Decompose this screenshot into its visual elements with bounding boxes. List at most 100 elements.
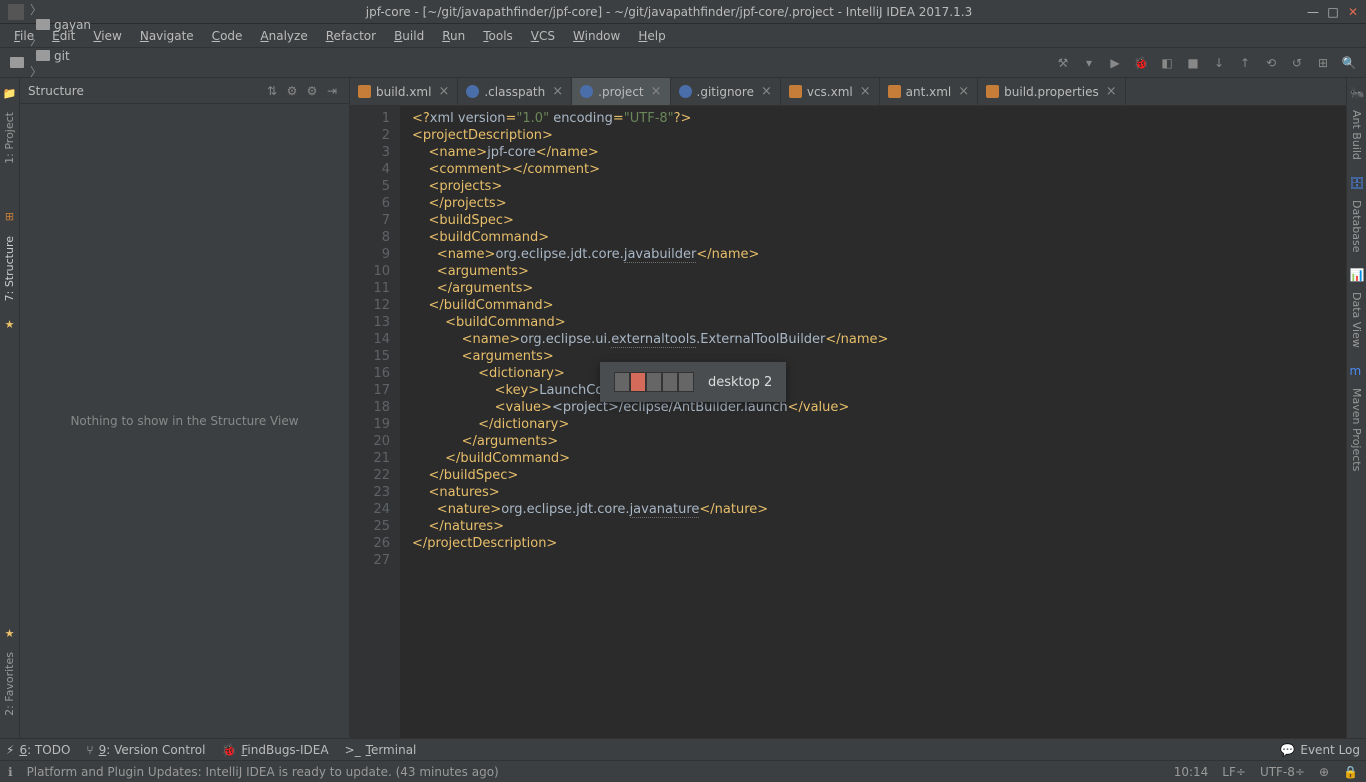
desktop-page-0[interactable] xyxy=(614,372,630,392)
desktop-page-2[interactable] xyxy=(646,372,662,392)
status-bar: ℹ Platform and Plugin Updates: IntelliJ … xyxy=(0,760,1366,782)
favorites-icon: ★ xyxy=(3,626,17,640)
tab-antxml[interactable]: ant.xml× xyxy=(880,78,979,105)
data-view-tab[interactable]: Data View xyxy=(1348,284,1365,356)
database-tab[interactable]: Database xyxy=(1348,192,1365,261)
close-icon[interactable]: × xyxy=(958,84,969,99)
sort-icon[interactable]: ⇅ xyxy=(263,82,281,100)
structure-body: Nothing to show in the Structure View xyxy=(20,104,349,738)
vcs-history-icon[interactable]: ⟲ xyxy=(1261,53,1281,73)
gear-icon[interactable]: ⚙ xyxy=(303,82,321,100)
window-title: jpf-core - [~/git/javapathfinder/jpf-cor… xyxy=(32,5,1306,19)
code-area[interactable]: <?xml version="1.0" encoding="UTF-8"?><p… xyxy=(400,106,1346,738)
run-config-select[interactable]: ▾ xyxy=(1079,53,1099,73)
editor-tab-bar: build.xml×.classpath×.project×.gitignore… xyxy=(350,78,1346,106)
desktop-page-4[interactable] xyxy=(678,372,694,392)
bottom-tab-9versioncontrol[interactable]: ⑂9: Version Control xyxy=(86,743,205,757)
close-icon[interactable]: × xyxy=(1106,84,1117,99)
database-icon: 🗄 xyxy=(1350,176,1364,190)
file-icon xyxy=(789,85,802,98)
project-tool-tab[interactable]: 1: Project xyxy=(1,104,18,172)
maven-tab[interactable]: Maven Projects xyxy=(1348,380,1365,479)
close-icon[interactable]: × xyxy=(651,84,662,99)
make-button[interactable]: ⚒ xyxy=(1053,53,1073,73)
close-button[interactable]: ✕ xyxy=(1346,5,1360,19)
structure-icon[interactable]: ⊞ xyxy=(1313,53,1333,73)
menu-run[interactable]: Run xyxy=(434,27,473,45)
title-bar: jpf-core - [~/git/javapathfinder/jpf-cor… xyxy=(0,0,1366,24)
breadcrumb-gayan[interactable]: gayan xyxy=(30,18,148,32)
menu-vcs[interactable]: VCS xyxy=(523,27,563,45)
app-icon xyxy=(8,4,24,20)
breadcrumb-git[interactable]: git xyxy=(30,49,148,63)
tab-project[interactable]: .project× xyxy=(572,78,670,105)
bottom-tab-findbugs-idea[interactable]: 🐞FindBugs-IDEA xyxy=(221,743,328,757)
file-icon xyxy=(888,85,901,98)
info-icon: ℹ xyxy=(8,765,13,779)
menu-refactor[interactable]: Refactor xyxy=(318,27,384,45)
gutter: 1234567891011121314151617181920212223242… xyxy=(350,106,400,738)
breadcrumb-root[interactable] xyxy=(4,57,30,68)
maximize-button[interactable]: □ xyxy=(1326,5,1340,19)
bottom-tool-bar: ⚡6: TODO ⑂9: Version Control 🐞FindBugs-IDE… xyxy=(0,738,1366,760)
editor-area: build.xml×.classpath×.project×.gitignore… xyxy=(350,78,1346,738)
tab-buildproperties[interactable]: build.properties× xyxy=(978,78,1125,105)
close-icon[interactable]: × xyxy=(552,84,563,99)
menu-build[interactable]: Build xyxy=(386,27,432,45)
structure-tool-tab[interactable]: 7: Structure xyxy=(1,228,18,309)
favorites-tab[interactable]: 2: Favorites xyxy=(1,644,18,724)
vcs-revert-icon[interactable]: ↺ xyxy=(1287,53,1307,73)
file-icon xyxy=(986,85,999,98)
maven-icon: m xyxy=(1350,364,1364,378)
menu-window[interactable]: Window xyxy=(565,27,628,45)
menu-analyze[interactable]: Analyze xyxy=(252,27,315,45)
tab-classpath[interactable]: .classpath× xyxy=(458,78,572,105)
structure-title: Structure xyxy=(28,84,261,98)
status-encoding[interactable]: UTF-8÷ xyxy=(1260,765,1305,779)
event-log-tab[interactable]: 💬 Event Log xyxy=(1280,743,1360,757)
breadcrumb-home[interactable]: home xyxy=(30,0,148,1)
run-button[interactable]: ▶ xyxy=(1105,53,1125,73)
vcs-update-icon[interactable]: ↓ xyxy=(1209,53,1229,73)
desktop-page-1[interactable] xyxy=(630,372,646,392)
editor[interactable]: 1234567891011121314151617181920212223242… xyxy=(350,106,1346,738)
folder-icon xyxy=(10,57,24,68)
desktop-page-3[interactable] xyxy=(662,372,678,392)
nav-bar: 〉 home〉 gayan〉 git〉 javapathfinder〉 jpf-… xyxy=(0,48,1366,78)
desktop-switcher-overlay: desktop 2 xyxy=(600,362,786,402)
tab-buildxml[interactable]: build.xml× xyxy=(350,78,458,105)
coverage-button[interactable]: ◧ xyxy=(1157,53,1177,73)
lock-icon[interactable]: 🔒 xyxy=(1343,765,1358,779)
status-line-sep[interactable]: LF÷ xyxy=(1222,765,1246,779)
close-icon[interactable]: × xyxy=(860,84,871,99)
bottom-tab-terminal[interactable]: >_Terminal xyxy=(345,743,417,757)
filter-icon[interactable]: ⚙ xyxy=(283,82,301,100)
project-icon: 📁 xyxy=(3,86,17,100)
file-icon xyxy=(358,85,371,98)
menu-help[interactable]: Help xyxy=(630,27,673,45)
structure-empty-text: Nothing to show in the Structure View xyxy=(70,414,298,428)
search-icon[interactable]: 🔍 xyxy=(1339,53,1359,73)
desktop-pager xyxy=(614,372,694,392)
debug-button[interactable]: 🐞 xyxy=(1131,53,1151,73)
status-inspect-icon[interactable]: ⊕ xyxy=(1319,765,1329,779)
structure-header: Structure ⇅ ⚙ ⚙ ⇥ xyxy=(20,78,349,104)
notification-icon: 💬 xyxy=(1280,743,1295,757)
hide-icon[interactable]: ⇥ xyxy=(323,82,341,100)
tab-gitignore[interactable]: .gitignore× xyxy=(671,78,781,105)
stop-button[interactable]: ■ xyxy=(1183,53,1203,73)
ant-build-tab[interactable]: Ant Build xyxy=(1348,102,1365,168)
status-message: Platform and Plugin Updates: IntelliJ ID… xyxy=(27,765,499,779)
file-icon xyxy=(679,85,692,98)
file-icon xyxy=(580,85,593,98)
tab-vcsxml[interactable]: vcs.xml× xyxy=(781,78,880,105)
menu-tools[interactable]: Tools xyxy=(475,27,521,45)
window-controls: — □ ✕ xyxy=(1306,5,1366,19)
vcs-commit-icon[interactable]: ↑ xyxy=(1235,53,1255,73)
menu-code[interactable]: Code xyxy=(204,27,251,45)
structure-icon-side: ⊞ xyxy=(3,210,17,224)
bottom-tab-6todo[interactable]: ⚡6: TODO xyxy=(6,743,70,757)
minimize-button[interactable]: — xyxy=(1306,5,1320,19)
close-icon[interactable]: × xyxy=(438,84,449,99)
close-icon[interactable]: × xyxy=(761,84,772,99)
